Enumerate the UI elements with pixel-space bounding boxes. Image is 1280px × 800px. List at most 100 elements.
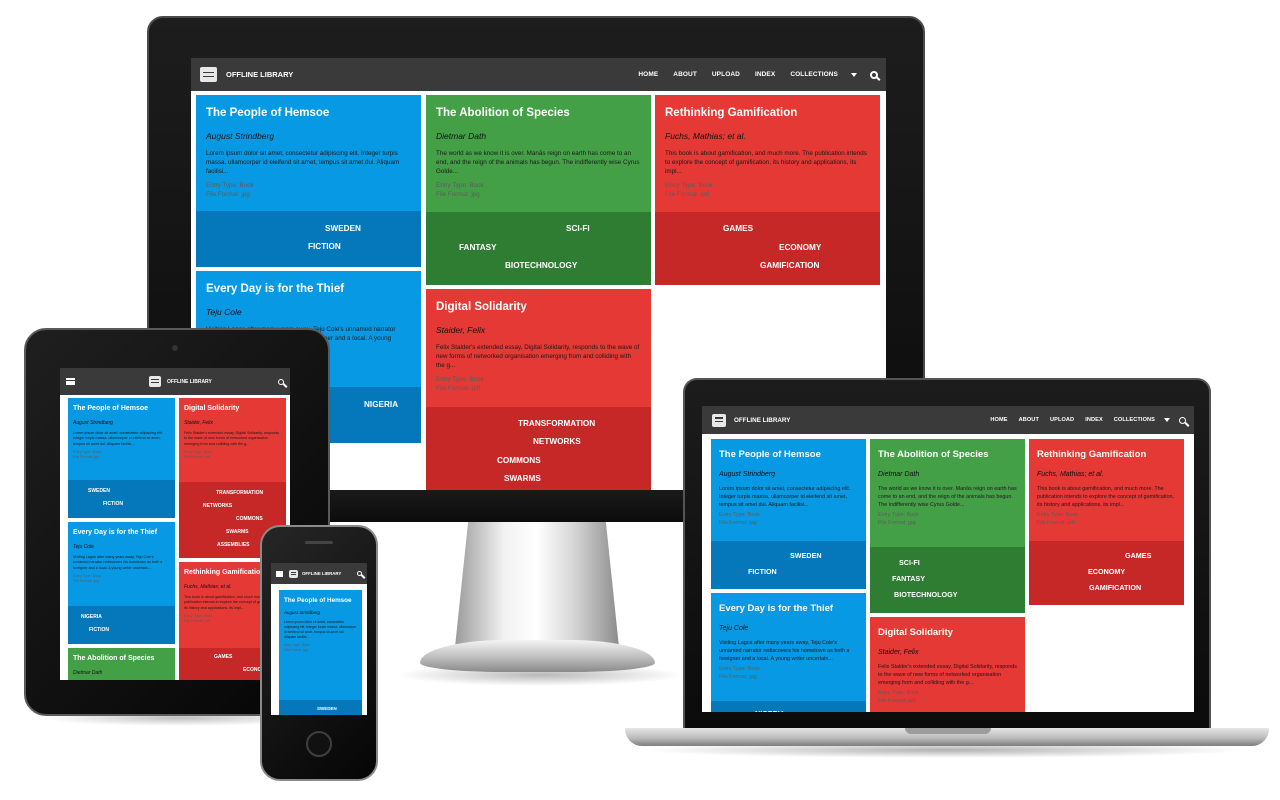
book-card[interactable]: The Abolition of Species Dietmar Dath Th…: [426, 95, 651, 285]
tag-cloud: TRANSFORMATION NETWORKS COMMONS SWARMS: [426, 407, 651, 490]
tag-fiction[interactable]: FICTION: [89, 627, 109, 633]
tag-biotechnology[interactable]: BIOTECHNOLOGY: [894, 590, 958, 599]
search-icon[interactable]: [278, 378, 284, 385]
book-card[interactable]: Digital Solidarity Staider, Felix Felix …: [426, 289, 651, 490]
tag-cloud: NIGERIA FICTION: [68, 606, 175, 644]
book-card[interactable]: The People of Hemsoe August Strindberg L…: [196, 95, 421, 267]
book-description: Visiting Lagos after many years away, Te…: [73, 555, 163, 570]
tag-sweden[interactable]: SWEDEN: [88, 488, 110, 494]
book-title[interactable]: Digital Solidarity: [436, 301, 641, 314]
book-card[interactable]: Rethinking Gamification Fuchs, Mathias; …: [655, 95, 880, 285]
caret-down-icon[interactable]: [1164, 418, 1170, 422]
book-title[interactable]: Rethinking Gamification: [1037, 449, 1176, 461]
book-title[interactable]: The People of Hemsoe: [719, 449, 858, 461]
tag-nigeria[interactable]: NIGERIA: [81, 614, 102, 620]
entry-type: Entry Type: Book: [665, 181, 713, 189]
book-description: Felix Stalder's extended essay, Digital …: [436, 344, 640, 370]
laptop-notch: [905, 728, 991, 734]
book-title[interactable]: Every Day is for the Thief: [719, 603, 858, 615]
tag-economy[interactable]: ECONOMY: [779, 243, 821, 252]
tag-fiction[interactable]: FICTION: [748, 567, 777, 576]
search-icon[interactable]: [870, 70, 878, 79]
caret-down-icon[interactable]: [851, 72, 857, 77]
tag-fantasy[interactable]: FANTASY: [892, 574, 925, 583]
book-title[interactable]: The People of Hemsoe: [73, 405, 170, 413]
book-card[interactable]: The People of Hemsoe August Strindberg L…: [279, 590, 362, 715]
book-description: Lorem ipsum dolor sit amet, consectetur …: [73, 431, 163, 446]
book-title[interactable]: The People of Hemsoe: [206, 107, 411, 120]
nav-about[interactable]: ABOUT: [673, 71, 697, 78]
tag-games[interactable]: GAMES: [214, 654, 232, 660]
brand[interactable]: OFFLINE LIBRARY: [289, 569, 341, 578]
nav-index[interactable]: INDEX: [755, 71, 775, 78]
brand-title: OFFLINE LIBRARY: [734, 416, 791, 424]
brand[interactable]: OFFLINE LIBRARY: [712, 413, 791, 427]
tag-transformation[interactable]: TRANSFORMATION: [216, 490, 263, 496]
brand[interactable]: OFFLINE LIBRARY: [200, 67, 293, 82]
book-description: This book is about gamification, and muc…: [665, 150, 867, 176]
tag-sci-fi[interactable]: SCI-FI: [899, 558, 920, 567]
nav-collections[interactable]: COLLECTIONS: [1114, 417, 1155, 423]
tag-fantasy[interactable]: FANTASY: [459, 243, 497, 252]
tag-sci-fi[interactable]: SCI-FI: [566, 224, 590, 233]
tag-commons[interactable]: COMMONS: [236, 516, 263, 522]
book-title[interactable]: Every Day is for the Thief: [73, 529, 170, 537]
book-card[interactable]: Every Day is for the Thief Teju Cole Vis…: [68, 522, 175, 644]
tag-cloud: SWEDEN FICTION: [196, 211, 421, 267]
entry-type: Entry Type: Book: [878, 512, 919, 519]
book-title[interactable]: The Abolition of Species: [878, 449, 1017, 461]
book-title[interactable]: The Abolition of Species: [73, 655, 170, 663]
tag-nigeria[interactable]: NIGERIA: [364, 400, 398, 409]
tag-nigeria[interactable]: NIGERIA: [755, 709, 785, 712]
tag-games[interactable]: GAMES: [723, 224, 753, 233]
tag-biotechnology[interactable]: BIOTECHNOLOGY: [505, 261, 577, 270]
nav-index[interactable]: INDEX: [1085, 417, 1103, 423]
brand[interactable]: OFFLINE LIBRARY: [149, 376, 212, 387]
tag-games[interactable]: GAMES: [1125, 551, 1151, 560]
search-icon[interactable]: [1179, 416, 1186, 424]
book-card[interactable]: Rethinking Gamification Fuchs, Mathias; …: [1029, 439, 1184, 605]
stacked-books-icon: [149, 376, 161, 387]
tag-gamification[interactable]: GAMIFICATION: [1089, 583, 1141, 592]
tag-sweden[interactable]: SWEDEN: [317, 706, 337, 711]
nav-upload[interactable]: UPLOAD: [712, 71, 740, 78]
tag-swarms[interactable]: SWARMS: [226, 529, 249, 535]
phone-home-button[interactable]: [306, 731, 332, 757]
tag-commons[interactable]: COMMONS: [497, 456, 541, 465]
book-title[interactable]: Digital Solidarity: [878, 627, 1017, 639]
book-card[interactable]: Every Day is for the Thief Teju Cole Vis…: [711, 593, 866, 712]
search-icon[interactable]: [357, 571, 362, 576]
book-description: Felix Stalder's extended essay, Digital …: [878, 663, 1017, 686]
hamburger-menu-icon[interactable]: [276, 570, 283, 577]
book-title[interactable]: Rethinking Gamification: [665, 107, 870, 120]
tablet-screen: OFFLINE LIBRARY The People of Hemsoe Aug…: [60, 368, 290, 680]
nav-collections[interactable]: COLLECTIONS: [790, 71, 838, 78]
tag-networks[interactable]: NETWORKS: [203, 503, 232, 509]
book-title[interactable]: Every Day is for the Thief: [206, 283, 411, 296]
book-card[interactable]: The People of Hemsoe August Strindberg L…: [68, 398, 175, 518]
tag-sweden[interactable]: SWEDEN: [790, 551, 822, 560]
book-card[interactable]: The People of Hemsoe August Strindberg L…: [711, 439, 866, 589]
tag-assemblies[interactable]: ASSEMBLIES: [217, 542, 250, 548]
book-card[interactable]: The Abolition of Species Dietmar Dath Th…: [870, 439, 1025, 613]
nav-about[interactable]: ABOUT: [1019, 417, 1039, 423]
nav-home[interactable]: HOME: [638, 71, 658, 78]
nav-upload[interactable]: UPLOAD: [1050, 417, 1074, 423]
nav-home[interactable]: HOME: [990, 417, 1007, 423]
book-title[interactable]: The People of Hemsoe: [284, 597, 357, 604]
book-card[interactable]: The Abolition of Species Dietmar Dath: [68, 648, 175, 680]
entry-type: Entry Type: Book: [1037, 512, 1078, 519]
tag-fiction[interactable]: FICTION: [103, 501, 123, 507]
hamburger-menu-icon[interactable]: [66, 378, 75, 385]
tag-swarms[interactable]: SWARMS: [504, 474, 541, 483]
tag-gamification[interactable]: GAMIFICATION: [760, 261, 819, 270]
book-author: August Strindberg: [284, 610, 321, 616]
tag-fiction[interactable]: FICTION: [308, 242, 341, 251]
tag-sweden[interactable]: SWEDEN: [325, 224, 361, 233]
book-title[interactable]: Digital Solidarity: [184, 405, 281, 413]
tag-economy[interactable]: ECONOMY: [1088, 567, 1125, 576]
tag-transformation[interactable]: TRANSFORMATION: [518, 419, 595, 428]
tag-networks[interactable]: NETWORKS: [533, 437, 581, 446]
book-card[interactable]: Digital Solidarity Staider, Felix Felix …: [870, 617, 1025, 712]
book-title[interactable]: The Abolition of Species: [436, 107, 641, 120]
